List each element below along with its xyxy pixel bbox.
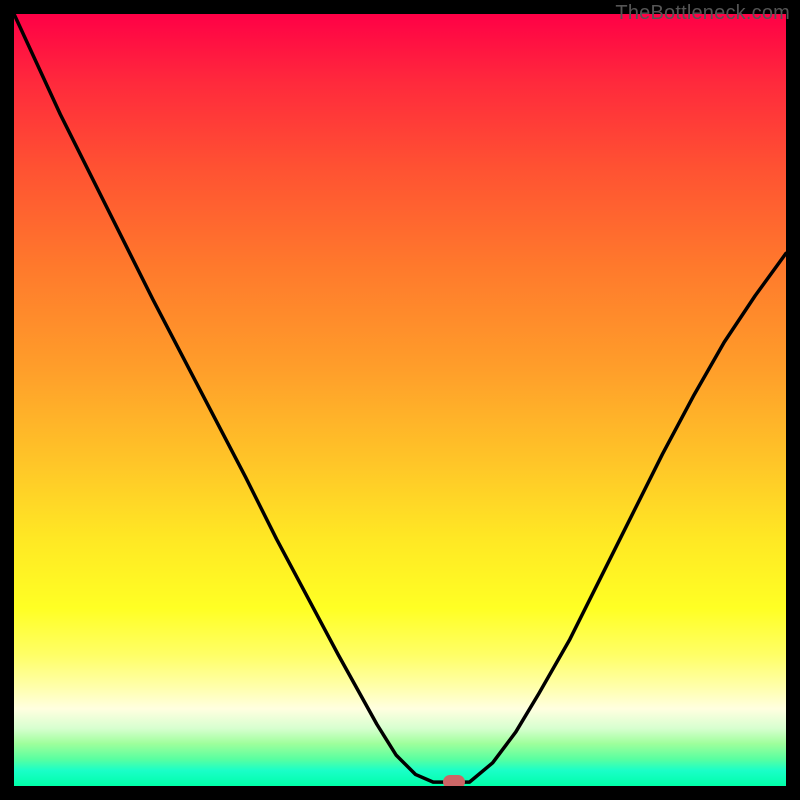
watermark-text: TheBottleneck.com (615, 2, 790, 25)
bottleneck-curve (14, 14, 786, 782)
optimal-point-marker (443, 775, 465, 786)
chart-svg (14, 14, 786, 786)
chart-plot-area (14, 14, 786, 786)
